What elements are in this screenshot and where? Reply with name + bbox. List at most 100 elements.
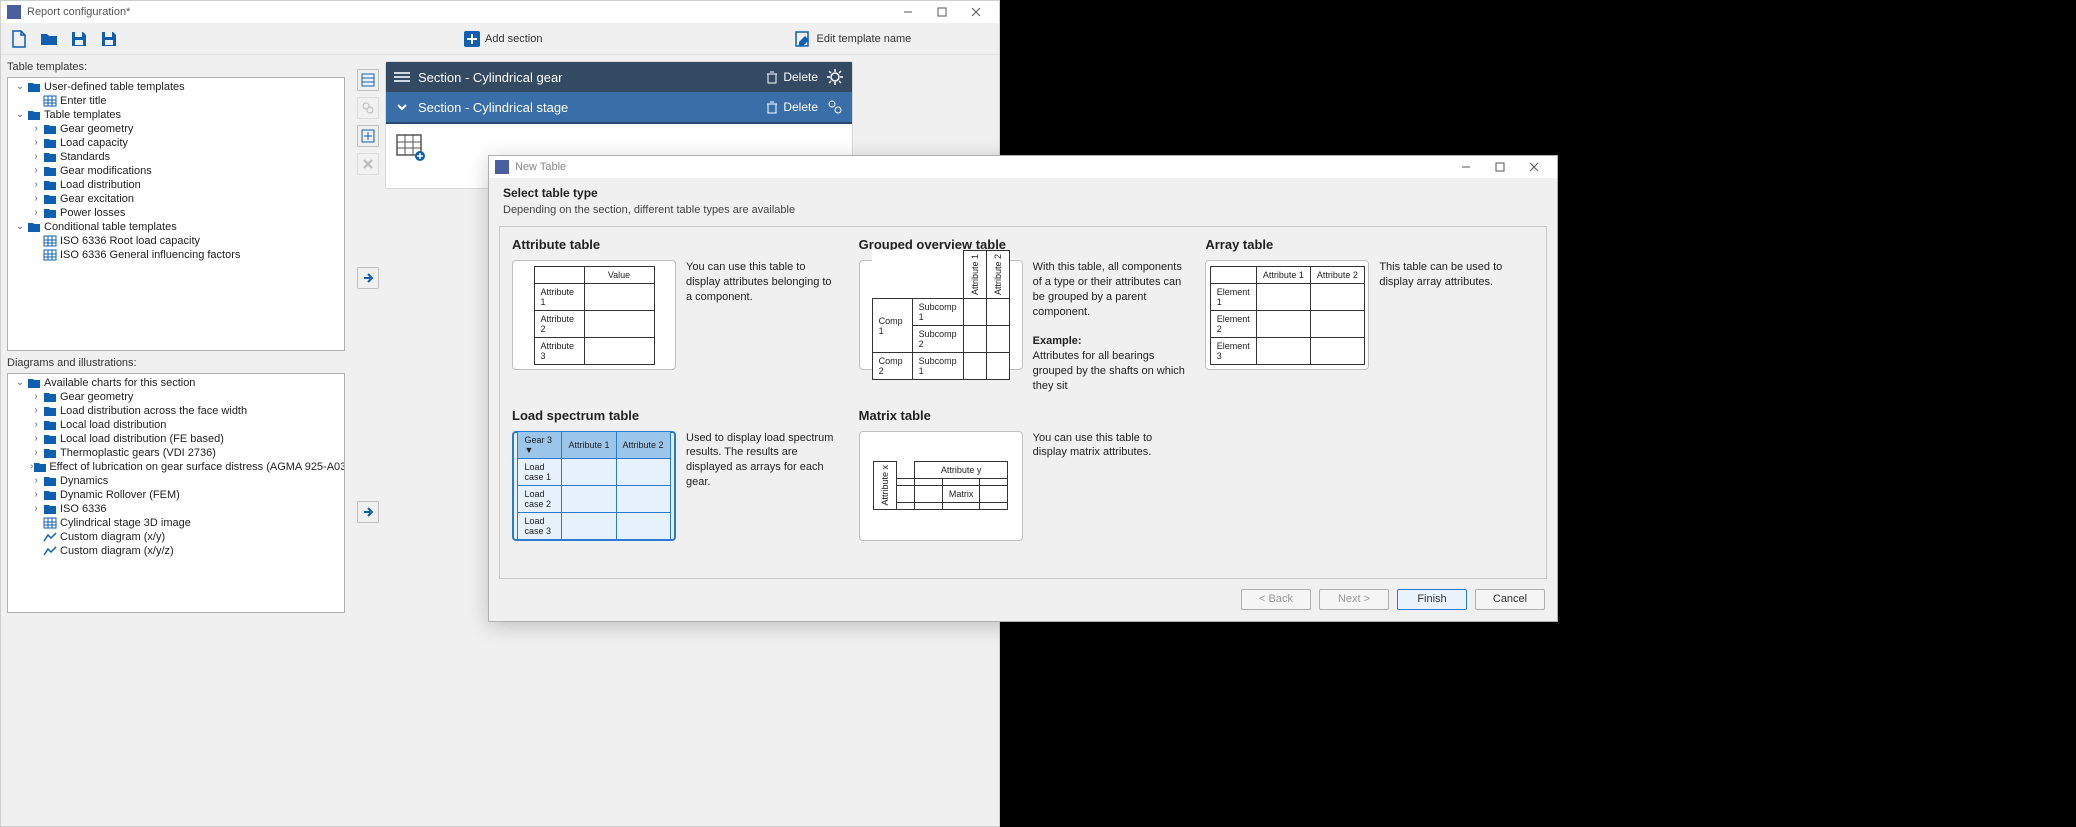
tree-item-label: Cylindrical stage 3D image bbox=[60, 516, 191, 530]
add-section-label: Add section bbox=[485, 33, 542, 45]
tree-toggle-icon[interactable]: › bbox=[30, 488, 42, 502]
save-as-button[interactable] bbox=[97, 27, 121, 51]
folder-icon bbox=[33, 460, 47, 474]
dialog-maximize-button[interactable] bbox=[1483, 156, 1517, 178]
tree-item[interactable]: Cylindrical stage 3D image bbox=[8, 516, 344, 530]
tree-toggle-icon[interactable]: › bbox=[30, 390, 42, 404]
edit-icon bbox=[794, 30, 812, 48]
attribute-table-card[interactable]: Value Attribute 1 Attribute 2 Attribute … bbox=[512, 260, 676, 370]
dialog-minimize-button[interactable] bbox=[1449, 156, 1483, 178]
tree-toggle-icon[interactable]: › bbox=[30, 432, 42, 446]
array-table-card[interactable]: Attribute 1Attribute 2 Element 1 Element… bbox=[1205, 260, 1369, 370]
gears-icon[interactable] bbox=[826, 98, 844, 116]
open-folder-button[interactable] bbox=[37, 27, 61, 51]
tree-item[interactable]: ›Dynamics bbox=[8, 474, 344, 488]
tree-item[interactable]: ⌄Table templates bbox=[8, 108, 344, 122]
maximize-button[interactable] bbox=[925, 1, 959, 23]
arrow-right-button-1[interactable] bbox=[357, 267, 379, 289]
tree-item[interactable]: ›Load capacity bbox=[8, 136, 344, 150]
minimize-button[interactable] bbox=[891, 1, 925, 23]
tree-item[interactable]: › ISO 6336 bbox=[8, 502, 344, 516]
add-table-icon[interactable] bbox=[396, 134, 426, 162]
tree-toggle-icon[interactable]: › bbox=[30, 418, 42, 432]
folder-icon bbox=[26, 80, 42, 94]
tree-item[interactable]: ISO 6336 General influencing factors bbox=[8, 248, 344, 262]
tree-item[interactable]: ›Local load distribution (FE based) bbox=[8, 432, 344, 446]
tree-item[interactable]: ›Local load distribution bbox=[8, 418, 344, 432]
tree-item-label: Load distribution bbox=[60, 178, 141, 192]
new-file-button[interactable] bbox=[7, 27, 31, 51]
table-icon bbox=[42, 516, 58, 530]
dialog-close-button[interactable] bbox=[1517, 156, 1551, 178]
section-header-gear[interactable]: Section - Cylindrical gear Delete bbox=[386, 62, 852, 92]
tree-item-label: Gear geometry bbox=[60, 122, 133, 136]
folder-icon bbox=[42, 390, 58, 404]
tree-toggle-icon[interactable]: ⌄ bbox=[14, 108, 26, 122]
tree-item[interactable]: ›Gear excitation bbox=[8, 192, 344, 206]
dialog-content: Attribute table Value Attribute 1 Attrib… bbox=[499, 226, 1547, 579]
tree-toggle-icon[interactable]: › bbox=[30, 122, 42, 136]
insert-table-button[interactable] bbox=[357, 69, 379, 91]
chevron-down-icon bbox=[394, 100, 410, 114]
finish-button[interactable]: Finish bbox=[1397, 589, 1467, 610]
tree-item-label: Dynamic Rollover (FEM) bbox=[60, 488, 180, 502]
tree-toggle-icon[interactable]: ⌄ bbox=[14, 220, 26, 234]
add-button[interactable] bbox=[357, 125, 379, 147]
dialog-heading: Select table type bbox=[503, 186, 1543, 200]
tree-toggle-icon[interactable]: › bbox=[30, 136, 42, 150]
grouped-table-desc: With this table, all components of a typ… bbox=[1033, 260, 1188, 394]
tree-item[interactable]: ›Power losses bbox=[8, 206, 344, 220]
section-stage-delete[interactable]: Delete bbox=[765, 100, 818, 114]
tree-item-label: ISO 6336 bbox=[60, 502, 106, 516]
grouped-table-card[interactable]: Attribute 1Attribute 2 Comp 1Subcomp 1 S… bbox=[859, 260, 1023, 370]
tree-toggle-icon[interactable]: › bbox=[30, 178, 42, 192]
tree-item[interactable]: Custom diagram (x/y/z) bbox=[8, 544, 344, 558]
main-toolbar: Add section Edit template name bbox=[1, 23, 999, 55]
tree-item[interactable]: ›Gear geometry bbox=[8, 390, 344, 404]
array-table-title: Array table bbox=[1205, 237, 1534, 252]
cancel-button[interactable]: Cancel bbox=[1475, 589, 1545, 610]
tree-toggle-icon[interactable]: › bbox=[30, 404, 42, 418]
tree-item[interactable]: › Load distribution across the face width bbox=[8, 404, 344, 418]
tree-toggle-icon[interactable]: › bbox=[30, 502, 42, 516]
tree-toggle-icon[interactable]: ⌄ bbox=[14, 80, 26, 94]
tree-item[interactable]: ›Standards bbox=[8, 150, 344, 164]
section-header-stage[interactable]: Section - Cylindrical stage Delete bbox=[386, 92, 852, 122]
diagrams-tree[interactable]: ⌄Available charts for this section›Gear … bbox=[7, 373, 345, 613]
close-button[interactable] bbox=[959, 1, 993, 23]
tree-toggle-icon[interactable]: › bbox=[30, 206, 42, 220]
add-section-button[interactable]: Add section bbox=[463, 30, 542, 48]
tree-toggle-icon[interactable]: › bbox=[30, 474, 42, 488]
tree-item-label: Load distribution across the face width bbox=[60, 404, 247, 418]
tree-item[interactable]: ›Effect of lubrication on gear surface d… bbox=[8, 460, 344, 474]
tree-item[interactable]: › Dynamic Rollover (FEM) bbox=[8, 488, 344, 502]
tree-item[interactable]: › Load distribution bbox=[8, 178, 344, 192]
gear-icon[interactable] bbox=[826, 68, 844, 86]
window-title: Report configuration* bbox=[27, 6, 130, 18]
tree-item[interactable]: ⌄Available charts for this section bbox=[8, 376, 344, 390]
tree-item[interactable]: Custom diagram (x/y) bbox=[8, 530, 344, 544]
tree-toggle-icon[interactable]: › bbox=[30, 446, 42, 460]
edit-template-name-button[interactable]: Edit template name bbox=[794, 30, 911, 48]
tree-toggle-icon[interactable]: › bbox=[30, 192, 42, 206]
tree-item[interactable]: ›Gear modifications bbox=[8, 164, 344, 178]
arrow-right-button-2[interactable] bbox=[357, 501, 379, 523]
folder-icon bbox=[42, 192, 58, 206]
tree-item[interactable]: ISO 6336 Root load capacity bbox=[8, 234, 344, 248]
edit-template-label: Edit template name bbox=[816, 33, 911, 45]
folder-icon bbox=[42, 164, 58, 178]
tree-toggle-icon[interactable]: › bbox=[30, 164, 42, 178]
section-gear-delete[interactable]: Delete bbox=[765, 70, 818, 84]
save-button[interactable] bbox=[67, 27, 91, 51]
tree-toggle-icon[interactable]: ⌄ bbox=[14, 376, 26, 390]
tree-item[interactable]: ⌄User-defined table templates bbox=[8, 80, 344, 94]
tree-item[interactable]: ⌄Conditional table templates bbox=[8, 220, 344, 234]
tree-item[interactable]: Enter title bbox=[8, 94, 344, 108]
tree-item[interactable]: ›Thermoplastic gears (VDI 2736) bbox=[8, 446, 344, 460]
table-templates-tree[interactable]: ⌄User-defined table templatesEnter title… bbox=[7, 77, 345, 351]
attribute-table-desc: You can use this table to display attrib… bbox=[686, 260, 841, 305]
loadspec-table-card[interactable]: Gear 3 ▼Attribute 1Attribute 2 Load case… bbox=[512, 431, 676, 541]
tree-item[interactable]: › Gear geometry bbox=[8, 122, 344, 136]
matrix-table-card[interactable]: Attribute xAttribute y Matrix bbox=[859, 431, 1023, 541]
tree-toggle-icon[interactable]: › bbox=[30, 150, 42, 164]
